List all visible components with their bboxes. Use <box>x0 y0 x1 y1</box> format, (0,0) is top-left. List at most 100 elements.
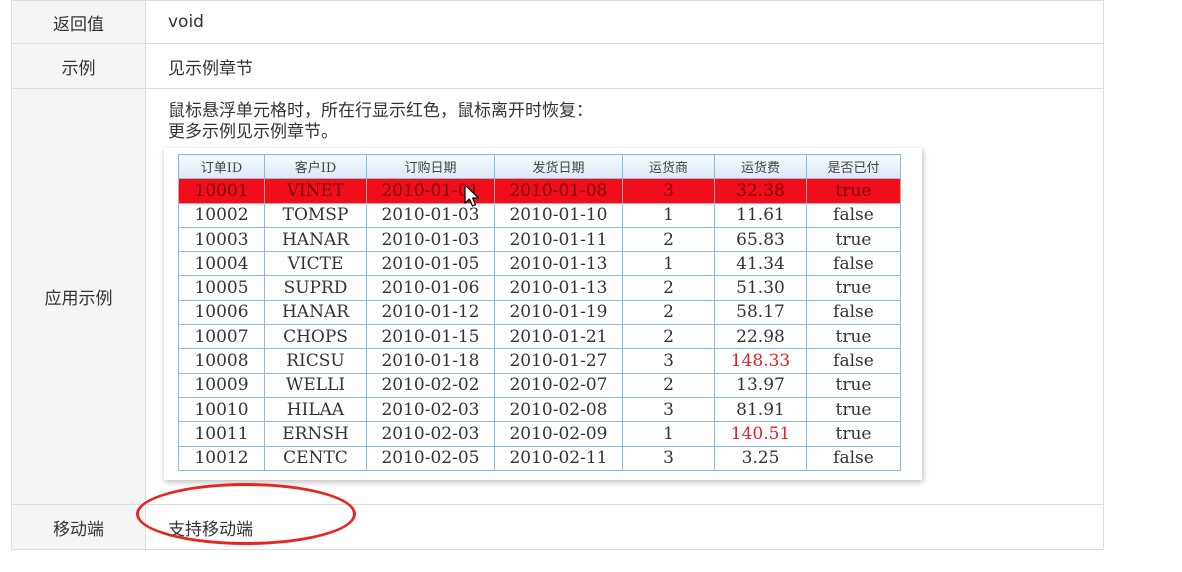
grid-cell[interactable]: VINET <box>264 178 367 204</box>
grid-cell[interactable]: 140.51 <box>714 421 807 447</box>
grid-cell[interactable]: 10009 <box>178 372 265 398</box>
grid-cell[interactable]: 3 <box>622 178 715 204</box>
grid-row[interactable]: 10012 CENTC 2010-02-05 2010-02-11 3 3.25 false <box>178 445 901 471</box>
grid-cell[interactable]: 2010-02-09 <box>494 421 623 447</box>
grid-cell[interactable]: 1 <box>622 202 715 228</box>
grid-cell[interactable]: SUPRD <box>264 275 367 301</box>
grid-cell[interactable]: 2010-02-07 <box>494 372 623 398</box>
grid-row[interactable]: 10004 VICTE 2010-01-05 2010-01-13 1 41.34 fals… <box>178 251 901 277</box>
grid-cell[interactable]: 2010-02-03 <box>366 421 495 447</box>
grid-header-cell[interactable]: 订单ID <box>178 153 265 180</box>
grid-cell[interactable]: false <box>806 299 901 326</box>
grid-cell[interactable]: ERNSH <box>264 421 367 447</box>
grid-header-cell[interactable]: 发货日期 <box>494 153 623 180</box>
grid-cell[interactable]: 2 <box>622 299 715 326</box>
grid-cell[interactable]: 1 <box>622 421 715 447</box>
grid-row[interactable]: 10009 WELLI 2010-02-02 2010-02-07 2 13.97 true <box>178 372 901 398</box>
grid-cell[interactable]: 81.91 <box>714 396 807 423</box>
grid-cell[interactable]: true <box>806 226 901 253</box>
grid-row[interactable]: 10001 VINET 2010-01-01 2010-01-08 3 32.38 true <box>178 178 901 204</box>
grid-cell[interactable]: 2010-01-15 <box>366 324 495 350</box>
grid-cell[interactable]: true <box>806 178 901 204</box>
grid-cell[interactable]: 2010-01-11 <box>494 226 623 253</box>
grid-cell[interactable]: 51.30 <box>714 275 807 301</box>
grid-header-cell[interactable]: 是否已付 <box>806 153 901 180</box>
grid-cell[interactable]: 2010-01-13 <box>494 275 623 301</box>
grid-row[interactable]: 10008 RICSU 2010-01-18 2010-01-27 3 148.33 fal… <box>178 348 901 374</box>
grid-cell[interactable]: 10010 <box>178 396 265 423</box>
grid-cell[interactable]: 2010-01-10 <box>494 202 623 228</box>
grid-cell[interactable]: CENTC <box>264 445 367 471</box>
grid-cell[interactable]: 13.97 <box>714 372 807 398</box>
grid-cell[interactable]: 2010-01-05 <box>366 251 495 277</box>
grid-cell[interactable]: 10002 <box>178 202 265 228</box>
grid-cell[interactable]: 10007 <box>178 324 265 350</box>
grid-cell[interactable]: 10003 <box>178 226 265 253</box>
grid-row[interactable]: 10005 SUPRD 2010-01-06 2010-01-13 2 51.30 true <box>178 275 901 301</box>
grid-cell[interactable]: 3 <box>622 348 715 374</box>
grid-cell[interactable]: HANAR <box>264 299 367 326</box>
grid-cell[interactable]: RICSU <box>264 348 367 374</box>
grid-cell[interactable]: 10005 <box>178 275 265 301</box>
grid-cell[interactable]: 2 <box>622 275 715 301</box>
grid-cell[interactable]: true <box>806 372 901 398</box>
grid-cell[interactable]: 2 <box>622 226 715 253</box>
grid-cell[interactable]: 2010-01-12 <box>366 299 495 326</box>
grid-cell[interactable]: true <box>806 396 901 423</box>
grid-cell[interactable]: 2 <box>622 324 715 350</box>
grid-cell[interactable]: 2010-01-27 <box>494 348 623 374</box>
grid-cell[interactable]: WELLI <box>264 372 367 398</box>
grid-cell[interactable]: TOMSP <box>264 202 367 228</box>
grid-cell[interactable]: 2 <box>622 372 715 398</box>
grid-row[interactable]: 10010 HILAA 2010-02-03 2010-02-08 3 81.91 true <box>178 396 901 423</box>
grid-cell[interactable]: 10004 <box>178 251 265 277</box>
grid-cell[interactable]: 2010-02-02 <box>366 372 495 398</box>
grid-cell[interactable]: 10011 <box>178 421 265 447</box>
grid-row[interactable]: 10007 CHOPS 2010-01-15 2010-01-21 2 22.98 true <box>178 324 901 350</box>
grid-header-cell[interactable]: 运货商 <box>622 153 715 180</box>
grid-row[interactable]: 10003 HANAR 2010-01-03 2010-01-11 2 65.83 true <box>178 226 901 253</box>
grid-row[interactable]: 10006 HANAR 2010-01-12 2010-01-19 2 58.17 fals… <box>178 299 901 326</box>
grid-cell[interactable]: HANAR <box>264 226 367 253</box>
grid-cell[interactable]: 2010-01-08 <box>494 178 623 204</box>
grid-cell[interactable]: 58.17 <box>714 299 807 326</box>
grid-cell[interactable]: VICTE <box>264 251 367 277</box>
grid-cell[interactable]: false <box>806 348 901 374</box>
grid-cell[interactable]: false <box>806 445 901 471</box>
grid-cell[interactable]: 2010-01-18 <box>366 348 495 374</box>
grid-header-cell[interactable]: 订购日期 <box>366 153 495 180</box>
grid-cell[interactable]: 10012 <box>178 445 265 471</box>
grid-cell[interactable]: 10006 <box>178 299 265 326</box>
grid-cell[interactable]: 2010-02-05 <box>366 445 495 471</box>
grid-cell[interactable]: 3 <box>622 396 715 423</box>
grid-cell[interactable]: 3.25 <box>714 445 807 471</box>
grid-cell[interactable]: 32.38 <box>714 178 807 204</box>
grid-cell[interactable]: 3 <box>622 445 715 471</box>
grid-cell[interactable]: HILAA <box>264 396 367 423</box>
grid-cell[interactable]: 2010-01-06 <box>366 275 495 301</box>
grid-cell[interactable]: 10008 <box>178 348 265 374</box>
grid-cell[interactable]: CHOPS <box>264 324 367 350</box>
grid-cell[interactable]: 22.98 <box>714 324 807 350</box>
grid-cell[interactable]: true <box>806 324 901 350</box>
grid-cell[interactable]: true <box>806 275 901 301</box>
grid-cell[interactable]: 2010-02-03 <box>366 396 495 423</box>
grid-cell[interactable]: 65.83 <box>714 226 807 253</box>
grid-cell[interactable]: false <box>806 251 901 277</box>
grid-cell[interactable]: 41.34 <box>714 251 807 277</box>
grid-cell[interactable]: 2010-01-13 <box>494 251 623 277</box>
grid-cell[interactable]: 2010-01-03 <box>366 226 495 253</box>
grid-cell[interactable]: 2010-02-08 <box>494 396 623 423</box>
grid-cell[interactable]: 10001 <box>178 178 265 204</box>
grid-row[interactable]: 10011 ERNSH 2010-02-03 2010-02-09 1 140.51 tru… <box>178 421 901 447</box>
grid-row[interactable]: 10002 TOMSP 2010-01-03 2010-01-10 1 11.61 fals… <box>178 202 901 228</box>
grid-cell[interactable]: 1 <box>622 251 715 277</box>
grid-cell[interactable]: 11.61 <box>714 202 807 228</box>
grid-header-cell[interactable]: 客户ID <box>264 153 367 180</box>
grid-cell[interactable]: 2010-01-21 <box>494 324 623 350</box>
grid-cell[interactable]: true <box>806 421 901 447</box>
grid-cell[interactable]: 148.33 <box>714 348 807 374</box>
grid-cell[interactable]: false <box>806 202 901 228</box>
grid-cell[interactable]: 2010-01-19 <box>494 299 623 326</box>
grid-cell[interactable]: 2010-02-11 <box>494 445 623 471</box>
